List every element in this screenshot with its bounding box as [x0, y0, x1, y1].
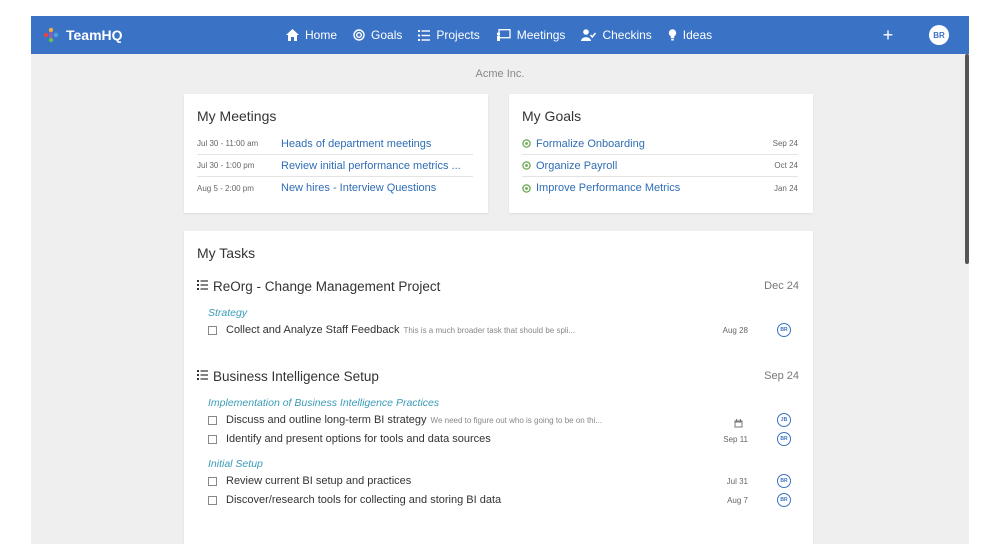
my-tasks-card: My Tasks ReOrg - Change Management Proje… — [184, 231, 813, 544]
assignee-avatar[interactable]: BR — [777, 474, 791, 488]
task-title[interactable]: Identify and present options for tools a… — [226, 433, 491, 445]
task-checkbox[interactable] — [208, 495, 217, 505]
app-frame: TeamHQ Home Goals Projects Meetings Chec… — [31, 16, 969, 544]
my-meetings-card: My Meetings Jul 30 - 11:00 am Heads of d… — [184, 94, 488, 213]
nav-label: Checkins — [602, 28, 652, 42]
brand[interactable]: TeamHQ — [43, 16, 123, 54]
goal-row[interactable]: Formalize Onboarding Sep 24 — [522, 133, 798, 155]
task-due-date: Aug 28 — [722, 325, 748, 335]
assignee-avatar[interactable]: BR — [777, 323, 791, 337]
goal-title[interactable]: Organize Payroll — [536, 160, 774, 172]
goal-target-icon — [522, 161, 536, 170]
add-button[interactable]: + — [881, 25, 895, 45]
task-due-date: Jul 31 — [726, 476, 748, 486]
home-icon — [286, 29, 299, 41]
my-goals-card: My Goals Formalize Onboarding Sep 24 Org… — [509, 94, 813, 213]
task-title[interactable]: Discuss and outline long-term BI strateg… — [226, 414, 427, 426]
task-description: This is a much broader task that should … — [403, 325, 576, 335]
list-icon — [418, 29, 431, 41]
project-name[interactable]: ReOrg - Change Management Project — [213, 279, 440, 294]
project-name[interactable]: Business Intelligence Setup — [213, 369, 379, 384]
nav-projects[interactable]: Projects — [418, 28, 480, 42]
lightbulb-icon — [668, 29, 677, 41]
meeting-row[interactable]: Jul 30 - 11:00 am Heads of department me… — [197, 133, 473, 155]
project-list-icon — [197, 367, 208, 385]
task-section-title: Implementation of Business Intelligence … — [208, 397, 440, 409]
nav-label: Projects — [436, 28, 480, 42]
project-header[interactable]: ReOrg - Change Management Project Dec 24 — [197, 276, 799, 296]
project-date: Sep 24 — [764, 370, 799, 382]
meeting-date: Jul 30 - 1:00 pm — [197, 161, 255, 170]
task-row[interactable]: Discover/research tools for collecting a… — [208, 491, 798, 509]
meeting-title[interactable]: Heads of department meetings — [281, 138, 431, 150]
task-description: We need to figure out who is going to be… — [430, 415, 603, 425]
task-checkbox[interactable] — [208, 476, 217, 486]
goal-target-icon — [522, 139, 536, 148]
assignee-avatar[interactable]: BR — [777, 493, 791, 507]
task-checkbox[interactable] — [208, 434, 217, 444]
task-title[interactable]: Collect and Analyze Staff Feedback — [226, 324, 399, 336]
task-row[interactable]: Discuss and outline long-term BI strateg… — [208, 411, 798, 429]
goal-date: Jan 24 — [773, 183, 798, 193]
project-list-icon — [197, 277, 208, 295]
project-date: Dec 24 — [764, 280, 799, 292]
goal-row[interactable]: Organize Payroll Oct 24 — [522, 155, 798, 177]
bottom-fade — [271, 521, 751, 544]
nav-meetings[interactable]: Meetings — [496, 28, 566, 42]
nav-label: Goals — [371, 28, 403, 42]
goal-date: Oct 24 — [774, 161, 798, 170]
page-scrollbar[interactable] — [965, 54, 969, 264]
meeting-title[interactable]: New hires - Interview Questions — [281, 182, 436, 194]
goal-title[interactable]: Improve Performance Metrics — [536, 182, 774, 194]
nav-goals[interactable]: Goals — [353, 28, 402, 42]
nav-label: Home — [305, 28, 338, 42]
meetings-title: My Meetings — [197, 108, 277, 124]
presentation-icon — [496, 29, 511, 41]
nav-ideas[interactable]: Ideas — [668, 28, 712, 42]
goals-title: My Goals — [522, 108, 582, 124]
user-check-icon — [581, 29, 597, 41]
goal-title[interactable]: Formalize Onboarding — [536, 138, 773, 150]
task-title[interactable]: Review current BI setup and practices — [226, 475, 411, 487]
project-header[interactable]: Business Intelligence Setup Sep 24 — [197, 366, 799, 386]
nav-label: Ideas — [682, 28, 713, 42]
task-row[interactable]: Identify and present options for tools a… — [208, 430, 798, 448]
meeting-date: Aug 5 - 2:00 pm — [197, 183, 254, 193]
task-title[interactable]: Discover/research tools for collecting a… — [226, 494, 501, 506]
main-nav: Home Goals Projects Meetings Checkins Id… — [286, 16, 728, 54]
meeting-date: Jul 30 - 11:00 am — [197, 139, 259, 148]
target-icon — [353, 29, 365, 41]
task-checkbox[interactable] — [208, 415, 217, 425]
teamhq-logo-icon — [43, 27, 59, 43]
org-name: Acme Inc. — [475, 68, 525, 80]
task-due-date: Sep 11 — [723, 434, 748, 444]
top-navbar: TeamHQ Home Goals Projects Meetings Chec… — [31, 16, 969, 54]
goal-row[interactable]: Improve Performance Metrics Jan 24 — [522, 177, 798, 199]
nav-home[interactable]: Home — [286, 28, 337, 42]
task-section-title: Initial Setup — [208, 458, 263, 470]
nav-checkins[interactable]: Checkins — [581, 28, 652, 42]
meeting-row[interactable]: Aug 5 - 2:00 pm New hires - Interview Qu… — [197, 177, 473, 199]
user-avatar[interactable]: BR — [929, 25, 949, 45]
task-checkbox[interactable] — [208, 325, 217, 335]
assignee-avatar[interactable]: BR — [777, 432, 791, 446]
tasks-title: My Tasks — [197, 245, 256, 261]
task-due-date: Aug 7 — [727, 495, 748, 505]
task-row[interactable]: Review current BI setup and practices Ju… — [208, 472, 798, 490]
assignee-avatar[interactable]: JB — [777, 413, 791, 427]
meeting-title[interactable]: Review initial performance metrics ... — [281, 160, 461, 172]
goal-date: Sep 24 — [772, 139, 798, 148]
meeting-row[interactable]: Jul 30 - 1:00 pm Review initial performa… — [197, 155, 473, 177]
nav-label: Meetings — [516, 28, 566, 42]
app-name: TeamHQ — [66, 27, 123, 43]
goal-target-icon — [522, 183, 536, 193]
task-row[interactable]: Collect and Analyze Staff Feedback This … — [208, 321, 798, 339]
task-section-title: Strategy — [208, 307, 248, 319]
